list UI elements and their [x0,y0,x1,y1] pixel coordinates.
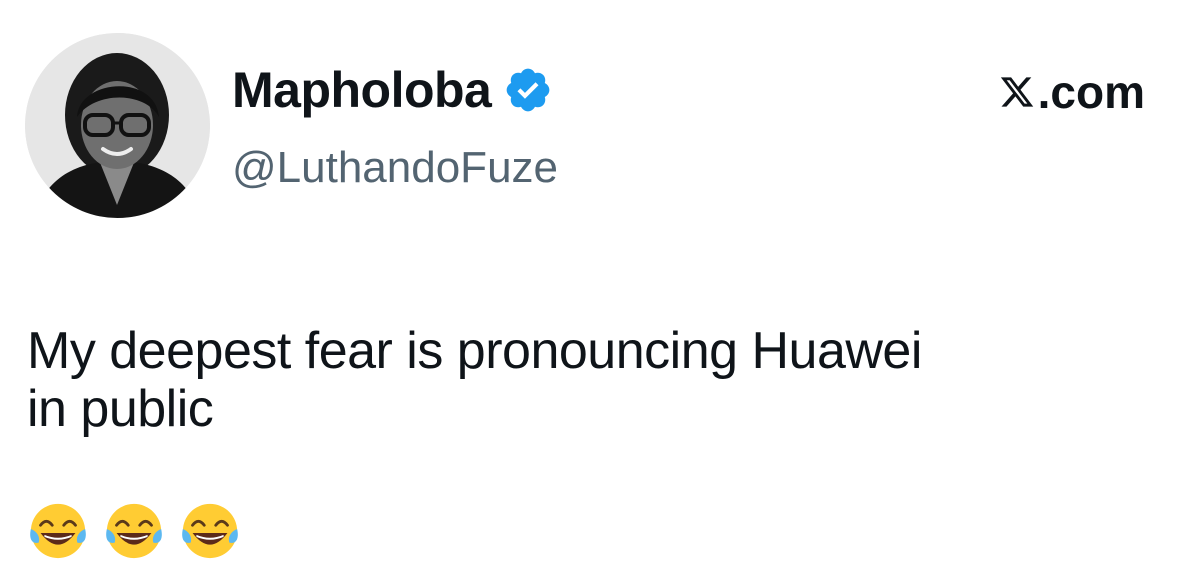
source-label: .com [1037,66,1145,118]
tweet-text: My deepest fear is pronouncing Huawei in… [27,322,1177,438]
author-name-row[interactable]: Mapholoba [232,58,553,122]
verified-badge-icon [507,68,550,112]
source-watermark: .com [999,64,1145,120]
tears-of-joy-emoji-icon [182,503,238,559]
tweet-text-line-2: in public [27,380,214,438]
x-logo-icon [1000,77,1033,107]
tears-of-joy-emoji-icon [106,503,162,559]
emoji-row [27,500,241,562]
author-display-name[interactable]: Mapholoba [232,58,492,122]
author-handle[interactable]: @LuthandoFuze [232,140,558,196]
tweet-text-line-1: My deepest fear is pronouncing Huawei [27,322,922,380]
avatar-photo [25,33,210,218]
avatar[interactable] [25,33,210,218]
tears-of-joy-emoji-icon [30,503,86,559]
